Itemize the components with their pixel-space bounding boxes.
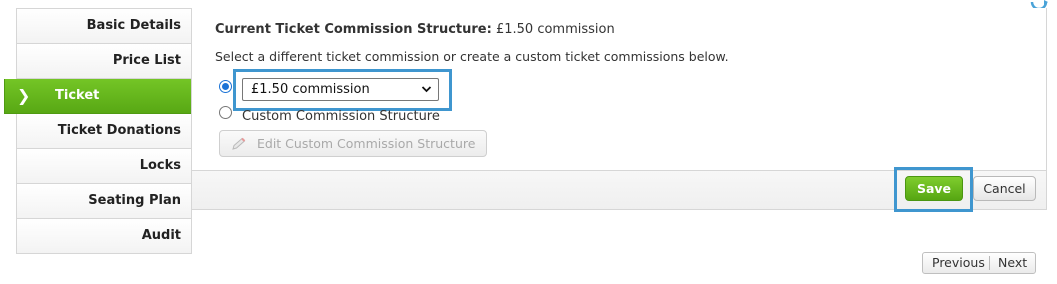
sidebar-item-label: Price List: [112, 53, 181, 68]
sidebar-item-label: Seating Plan: [88, 193, 181, 208]
chevron-right-icon: ❯: [17, 86, 31, 105]
sidebar-item-audit[interactable]: Audit: [16, 219, 192, 254]
sidebar-item-label: Ticket Donations: [57, 123, 181, 138]
custom-commission-label: Custom Commission Structure: [242, 109, 440, 124]
page-title: Current Ticket Commission Structure: £1.…: [215, 22, 615, 37]
cancel-button[interactable]: Cancel: [973, 176, 1036, 201]
commission-select[interactable]: £1.50 commission: [242, 78, 439, 101]
chevron-down-icon: [421, 79, 432, 107]
heading-label: Current Ticket Commission Structure:: [215, 22, 492, 37]
sidebar-item-label: Basic Details: [86, 18, 181, 33]
edit-button-label: Edit Custom Commission Structure: [257, 136, 476, 151]
sidebar-item-ticket-commission[interactable]: ❯ Ticket Commission: [4, 78, 204, 137]
commission-select-value: £1.50 commission: [251, 82, 370, 97]
sidebar-item-seating-plan[interactable]: Seating Plan: [16, 184, 192, 219]
sidebar-nav: Basic Details Price List ❯ Ticket Commis…: [4, 8, 204, 254]
sidebar-item-ticket-donations[interactable]: Ticket Donations: [16, 114, 192, 149]
edit-custom-commission-button[interactable]: Edit Custom Commission Structure: [219, 130, 487, 157]
save-button[interactable]: Save: [905, 176, 963, 201]
sidebar-item-locks[interactable]: Locks: [16, 149, 192, 184]
custom-commission-radio[interactable]: [219, 106, 232, 119]
pencil-icon: [232, 137, 246, 150]
sidebar-item-basic-details[interactable]: Basic Details: [16, 8, 192, 44]
sidebar-item-price-list[interactable]: Price List: [16, 44, 192, 79]
heading-value: £1.50 commission: [495, 22, 615, 37]
sidebar-item-label: Audit: [141, 228, 181, 243]
preset-commission-radio[interactable]: [219, 80, 232, 93]
next-button[interactable]: Next: [998, 253, 1027, 273]
instructions-text: Select a different ticket commission or …: [215, 49, 729, 64]
pagination: Previous Next: [922, 252, 1036, 274]
pager-divider: [989, 256, 990, 270]
sidebar-item-label: Locks: [139, 158, 181, 173]
previous-button[interactable]: Previous: [932, 253, 985, 273]
